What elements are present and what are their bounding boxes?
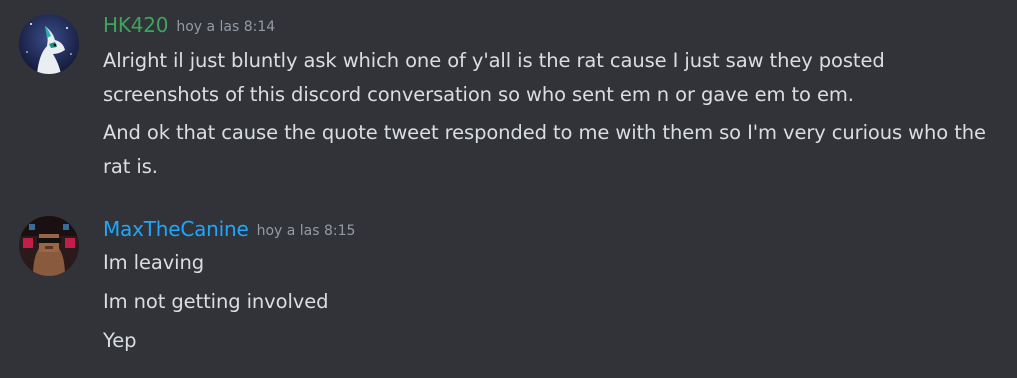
message-content: Im not getting involved	[103, 290, 329, 313]
message-content: And ok that cause the quote tweet respon…	[103, 121, 986, 178]
avatar-image	[19, 216, 79, 276]
avatar[interactable]	[19, 216, 79, 276]
message-content: Im leaving	[103, 251, 205, 274]
message-header: MaxTheCanine hoy a las 8:15	[103, 217, 355, 241]
message-header: HK420 hoy a las 8:14	[103, 13, 275, 37]
author-name[interactable]: HK420	[103, 13, 169, 37]
chat-messages: HK420 hoy a las 8:14 Alright il just blun…	[0, 0, 1017, 378]
timestamp[interactable]: hoy a las 8:15	[257, 223, 356, 239]
message-content: Alright il just bluntly ask which one of…	[103, 49, 885, 106]
timestamp[interactable]: hoy a las 8:14	[176, 19, 275, 35]
author-name[interactable]: MaxTheCanine	[103, 217, 249, 241]
avatar[interactable]	[19, 14, 79, 74]
avatar-image	[19, 14, 79, 74]
message-content: Yep	[103, 329, 137, 352]
